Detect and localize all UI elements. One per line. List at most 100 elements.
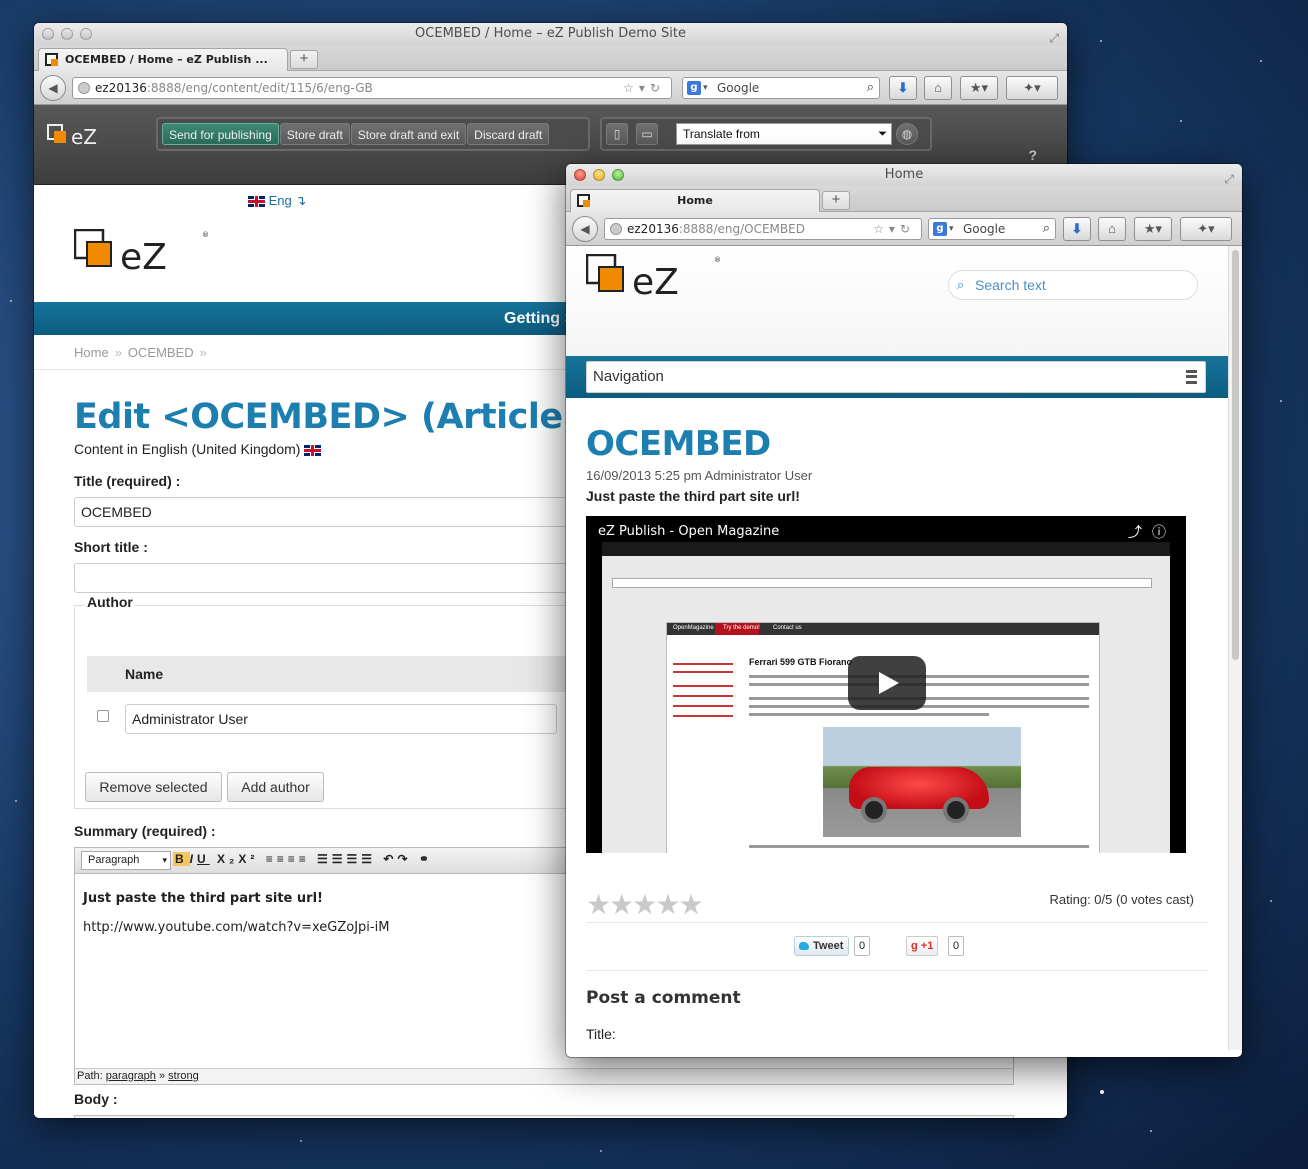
globe-icon (610, 223, 622, 235)
bookmarks-button[interactable]: ★▾ (1134, 217, 1172, 241)
window-controls (574, 169, 624, 181)
author-table-header: Name (87, 656, 635, 692)
back-button[interactable]: ◀ (572, 216, 598, 242)
tab-label: OCEMBED / Home – eZ Publish ... (65, 53, 268, 66)
search-icon[interactable]: ⌕ (1043, 219, 1050, 239)
breadcrumb-separator: » (114, 345, 122, 360)
path-paragraph-link[interactable]: paragraph (106, 1070, 156, 1082)
discard-draft-button[interactable]: Discard draft (467, 123, 550, 145)
language-switcher[interactable]: Eng ↴ (248, 193, 306, 209)
translate-from-select[interactable]: Translate from ⏷ (676, 123, 892, 145)
svg-text:®: ® (714, 256, 721, 264)
tab-home[interactable]: Home (570, 189, 820, 212)
browser-navbar: ◀ ez20136:8888/eng/OCEMBED ☆▾↻ g ▾ Googl… (566, 212, 1242, 246)
monitor-icon[interactable]: ▭ (636, 123, 658, 145)
addons-button[interactable]: ✦▾ (1006, 76, 1058, 100)
author-select-checkbox[interactable] (97, 710, 109, 722)
underline-icon[interactable]: U (197, 852, 210, 866)
site-search-input[interactable]: ⌕ Search text (948, 270, 1198, 300)
send-for-publishing-button[interactable]: Send for publishing (162, 123, 279, 145)
tab-strip: OCEMBED / Home – eZ Publish ... + (34, 45, 1067, 71)
tweet-button[interactable]: Tweet (794, 936, 850, 956)
short-title-field[interactable] (74, 563, 634, 593)
store-draft-exit-button[interactable]: Store draft and exit (350, 123, 467, 145)
navigation-toggle[interactable]: Navigation (586, 361, 1206, 393)
preview-icon[interactable]: ▯ (606, 123, 628, 145)
new-tab-button[interactable]: + (290, 50, 318, 69)
help-icon[interactable]: ? (1028, 147, 1037, 163)
close-button[interactable] (574, 169, 586, 181)
star-icon[interactable]: ★ (586, 889, 611, 920)
breadcrumb-ocembed[interactable]: OCEMBED (128, 345, 194, 360)
divider (586, 970, 1208, 971)
google-icon: g (687, 81, 701, 95)
new-tab-button[interactable]: + (822, 191, 850, 210)
minimize-button[interactable] (61, 28, 73, 40)
close-button[interactable] (42, 28, 54, 40)
star-icon[interactable]: ★ (655, 889, 680, 920)
video-frame-menu-item: Contact us (773, 625, 802, 631)
bookmark-star-icon[interactable]: ☆▾↻ (873, 219, 915, 239)
svg-text:eZ: eZ (120, 237, 167, 278)
banner-text: Getting S (504, 310, 576, 327)
store-draft-button[interactable]: Store draft (279, 123, 350, 145)
search-engine-label: Google (717, 81, 760, 95)
scrollbar-thumb[interactable] (1232, 250, 1239, 660)
page-scrollbar[interactable] (1228, 246, 1242, 1050)
front-window-titlebar[interactable]: Home ⤢ (566, 164, 1242, 186)
zoom-button[interactable] (80, 28, 92, 40)
share-icon[interactable]: ⤴ⓘ (1128, 522, 1176, 542)
path-label: Path: (77, 1070, 103, 1082)
divider (586, 922, 1208, 923)
download-button[interactable]: ⬇ (1063, 217, 1091, 241)
google-plus-icon: g (911, 940, 918, 952)
home-button[interactable]: ⌂ (1098, 217, 1126, 241)
star-icon[interactable]: ★ (609, 889, 634, 920)
video-frame-article-title: Ferrari 599 GTB Fiorano (749, 657, 853, 667)
tweet-label: Tweet (813, 940, 844, 952)
google-plus-button[interactable]: g +1 (906, 936, 939, 956)
globe-icon[interactable]: ◍ (896, 123, 918, 145)
window-title: OCEMBED / Home – eZ Publish Demo Site (415, 26, 686, 41)
author-name-field[interactable]: Administrator User (125, 704, 557, 734)
content-language-note: Content in English (United Kingdom) (74, 441, 322, 457)
paragraph-format-select[interactable]: Paragraph ▾ (81, 851, 171, 870)
embedded-video[interactable]: eZ Publish - Open Magazine ⤴ⓘ OpenMagazi… (586, 516, 1186, 853)
ez-logo[interactable]: eZ ® (586, 254, 726, 304)
bookmark-star-icon[interactable]: ☆▾↻ (623, 78, 665, 98)
browser-navbar: ◀ ez20136:8888/eng/content/edit/115/6/en… (34, 71, 1067, 105)
rating-stars[interactable]: ★★★★★ (586, 888, 704, 921)
star-icon[interactable]: ★ (678, 889, 703, 920)
breadcrumb-home[interactable]: Home (74, 345, 109, 360)
ez-logo-icon: eZ (47, 124, 97, 149)
bold-icon[interactable]: B (173, 852, 190, 866)
add-author-button[interactable]: Add author (227, 772, 324, 802)
search-bar[interactable]: g ▾ Google ⌕ (682, 77, 880, 99)
back-window-titlebar[interactable]: OCEMBED / Home – eZ Publish Demo Site ⤢ (34, 23, 1067, 45)
star-icon[interactable]: ★ (632, 889, 657, 920)
url-bar[interactable]: ez20136:8888/eng/content/edit/115/6/eng-… (72, 77, 672, 99)
remove-selected-button[interactable]: Remove selected (85, 772, 222, 802)
home-button[interactable]: ⌂ (924, 76, 952, 100)
uk-flag-icon (304, 444, 322, 456)
google-icon: g (933, 222, 947, 236)
bookmarks-button[interactable]: ★▾ (960, 76, 998, 100)
path-separator: » (158, 1070, 166, 1082)
url-bar[interactable]: ez20136:8888/eng/OCEMBED ☆▾↻ (604, 218, 922, 240)
ez-favicon-icon (577, 194, 590, 207)
addons-button[interactable]: ✦▾ (1180, 217, 1232, 241)
minimize-button[interactable] (593, 169, 605, 181)
search-icon[interactable]: ⌕ (867, 78, 874, 98)
search-bar[interactable]: g ▾ Google ⌕ (928, 218, 1056, 240)
zoom-button[interactable] (612, 169, 624, 181)
video-title[interactable]: eZ Publish - Open Magazine (598, 524, 779, 539)
back-button[interactable]: ◀ (40, 75, 66, 101)
tab-current[interactable]: OCEMBED / Home – eZ Publish ... (38, 48, 288, 71)
path-strong-link[interactable]: strong (168, 1070, 199, 1082)
play-button-icon[interactable] (848, 656, 926, 710)
formatting-buttons[interactable]: B IU X₂X² ≡≡≡≡ ☰☰☰☰ ↶↷ ⚭ (173, 852, 433, 866)
title-field[interactable]: OCEMBED (74, 497, 634, 527)
body-editor-toolbar: Paragraph▾ B I U X₂X² ≡≡≡≡ ☰☰☰☰ ↶↷ ⚭ ⚓ ▣… (75, 1116, 1013, 1118)
italic-icon[interactable]: I (190, 852, 197, 866)
download-button[interactable]: ⬇ (889, 76, 917, 100)
